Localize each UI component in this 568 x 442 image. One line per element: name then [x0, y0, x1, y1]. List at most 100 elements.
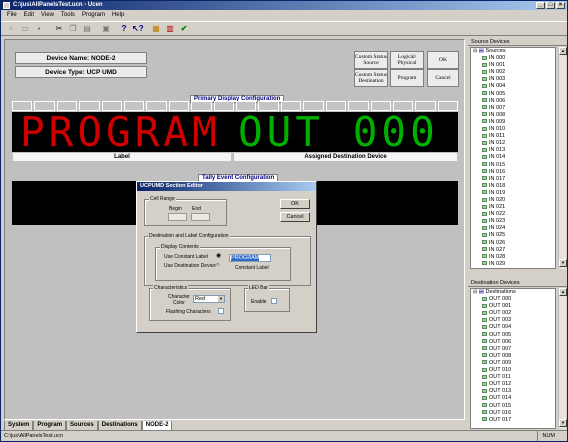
menu-tools[interactable]: Tools [61, 10, 75, 21]
scroll-up-icon[interactable]: ▲ [559, 288, 567, 296]
tree-item[interactable]: IN 009 [471, 119, 555, 126]
chevron-down-icon[interactable]: ▼ [218, 296, 224, 302]
copy-icon[interactable]: ❐ [68, 24, 78, 34]
maximize-button[interactable]: □ [546, 2, 555, 9]
check-icon[interactable]: ✔ [179, 24, 189, 34]
destinations-root-node[interactable]: ⊟ ▤ Destinations [471, 289, 555, 296]
program-button[interactable]: Program [390, 69, 424, 87]
device-icon[interactable]: ▦ [151, 24, 161, 34]
cut-icon[interactable]: ✂ [54, 24, 64, 34]
tree-item[interactable]: IN 024 [471, 225, 555, 232]
enable-checkbox[interactable] [271, 298, 277, 304]
tree-item[interactable]: IN 025 [471, 232, 555, 239]
scroll-track[interactable] [559, 296, 566, 419]
tree-item[interactable]: OUT 008 [471, 353, 555, 360]
constant-label-radio[interactable]: ◉ [216, 253, 221, 259]
paste-icon[interactable]: ▤ [82, 24, 92, 34]
scroll-up-icon[interactable]: ▲ [559, 47, 567, 55]
tree-item[interactable]: OUT 007 [471, 346, 555, 353]
print-icon[interactable]: ▣ [101, 24, 111, 34]
tree-item[interactable]: IN 013 [471, 147, 555, 154]
tree-item[interactable]: OUT 016 [471, 410, 555, 417]
tree-item[interactable]: OUT 000 [471, 296, 555, 303]
tree-item[interactable]: IN 006 [471, 98, 555, 105]
tree-item[interactable]: IN 017 [471, 176, 555, 183]
cancel-button[interactable]: Cancel [427, 69, 459, 87]
constant-label-input[interactable]: PROGRAM [229, 254, 271, 262]
tree-item[interactable]: IN 023 [471, 218, 555, 225]
tree-item[interactable]: IN 004 [471, 83, 555, 90]
menu-edit[interactable]: Edit [24, 10, 34, 21]
destination-device-radio[interactable]: ○ [216, 262, 220, 268]
cell-20[interactable] [437, 101, 459, 111]
tree-item[interactable]: IN 011 [471, 133, 555, 140]
tree-item[interactable]: IN 018 [471, 183, 555, 190]
tree-item[interactable]: IN 021 [471, 204, 555, 211]
tree-item[interactable]: OUT 013 [471, 388, 555, 395]
scroll-track[interactable] [559, 55, 566, 259]
tree-item[interactable]: IN 005 [471, 91, 555, 98]
help-icon[interactable]: ? [119, 24, 129, 34]
tree-item[interactable]: OUT 014 [471, 395, 555, 402]
tree-item[interactable]: IN 027 [471, 247, 555, 254]
collapse-icon[interactable]: ⊟ [473, 289, 477, 295]
source-scrollbar[interactable]: ▲ ▼ [558, 47, 567, 269]
sources-root-node[interactable]: ⊟ ▤ Sources [471, 48, 555, 55]
end-select[interactable] [191, 213, 210, 221]
menu-view[interactable]: View [41, 10, 54, 21]
custom-status-source-button[interactable]: Custom Status Source [354, 51, 388, 69]
custom-status-destination-button[interactable]: Custom Status Destination [354, 69, 388, 87]
tree-item[interactable]: OUT 012 [471, 381, 555, 388]
ok-button[interactable]: OK [427, 51, 459, 69]
begin-select[interactable] [168, 213, 187, 221]
tree-item[interactable]: IN 003 [471, 76, 555, 83]
tree-item[interactable]: IN 000 [471, 55, 555, 62]
tree-item[interactable]: IN 029 [471, 261, 555, 268]
color-select[interactable]: Red ▼ [193, 295, 225, 303]
tree-item[interactable]: OUT 011 [471, 374, 555, 381]
tree-item[interactable]: OUT 005 [471, 332, 555, 339]
tree-item[interactable]: IN 007 [471, 105, 555, 112]
open-folder-icon[interactable]: ▭ [20, 24, 30, 34]
tree-item[interactable]: IN 001 [471, 62, 555, 69]
tree-item[interactable]: IN 014 [471, 154, 555, 161]
logical-physical-button[interactable]: Logical/ Physical [390, 51, 424, 69]
tree-item[interactable]: OUT 006 [471, 339, 555, 346]
tree-item[interactable]: IN 028 [471, 254, 555, 261]
menu-file[interactable]: File [7, 10, 17, 21]
source-tree[interactable]: ⊟ ▤ Sources IN 000 IN 001 IN 002 IN 003 … [470, 47, 556, 269]
tree-item[interactable]: OUT 001 [471, 303, 555, 310]
assigned-destination-bar[interactable]: Assigned Destination Device [234, 153, 457, 161]
tree-item[interactable]: IN 008 [471, 112, 555, 119]
tree-item[interactable]: IN 002 [471, 69, 555, 76]
panel-icon[interactable]: ▥ [165, 24, 175, 34]
destination-scrollbar[interactable]: ▲ ▼ [558, 288, 567, 429]
tree-item[interactable]: IN 012 [471, 140, 555, 147]
tree-item[interactable]: OUT 003 [471, 317, 555, 324]
dialog-cancel-button[interactable]: Cancel [280, 212, 310, 222]
tree-item[interactable]: OUT 017 [471, 417, 555, 424]
tree-item[interactable]: IN 026 [471, 240, 555, 247]
destination-tree[interactable]: ⊟ ▤ Destinations OUT 000 OUT 001 OUT 002… [470, 288, 556, 429]
tree-item[interactable]: OUT 004 [471, 324, 555, 331]
close-button[interactable]: × [556, 2, 565, 9]
tree-item[interactable]: IN 020 [471, 197, 555, 204]
dialog-ok-button[interactable]: OK [280, 199, 310, 209]
tree-item[interactable]: IN 019 [471, 190, 555, 197]
new-file-icon[interactable]: ▫ [6, 24, 16, 34]
tree-item[interactable]: IN 022 [471, 211, 555, 218]
tree-item[interactable]: IN 010 [471, 126, 555, 133]
tree-item[interactable]: OUT 010 [471, 367, 555, 374]
menu-program[interactable]: Program [82, 10, 105, 21]
scroll-down-icon[interactable]: ▼ [559, 259, 567, 267]
tree-item[interactable]: OUT 009 [471, 360, 555, 367]
tree-item[interactable]: OUT 002 [471, 310, 555, 317]
label-bar[interactable]: Label [13, 153, 231, 161]
scroll-down-icon[interactable]: ▼ [559, 419, 567, 427]
tree-item[interactable]: IN 016 [471, 169, 555, 176]
menu-help[interactable]: Help [112, 10, 124, 21]
tree-item[interactable]: IN 015 [471, 162, 555, 169]
minimize-button[interactable]: _ [536, 2, 545, 9]
save-icon[interactable]: ▪ [34, 24, 44, 34]
tree-item[interactable]: OUT 015 [471, 403, 555, 410]
